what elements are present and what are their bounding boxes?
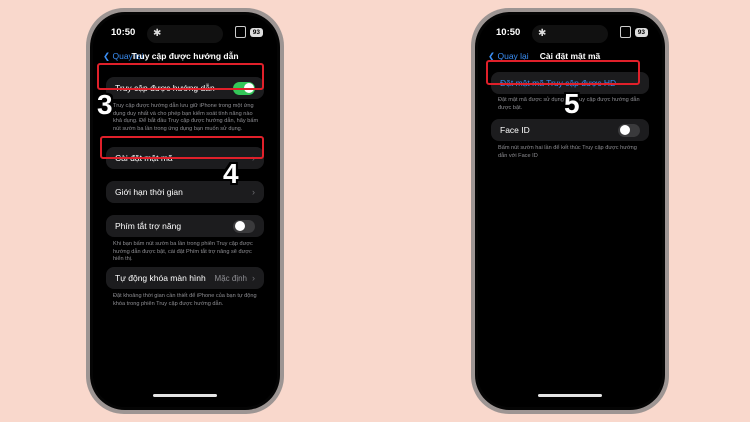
face-id-toggle[interactable] bbox=[618, 123, 640, 137]
time-limits-row[interactable]: Giới hạn thời gian › bbox=[106, 181, 264, 203]
accessibility-shortcut-row[interactable]: Phím tắt trợ năng bbox=[106, 215, 264, 237]
status-bar: 10:50 ✱ 93 bbox=[478, 25, 662, 43]
highlight-passcode-settings bbox=[100, 136, 264, 159]
status-time: 10:50 bbox=[496, 27, 521, 38]
person-activity-icon: ✱ bbox=[538, 28, 547, 39]
face-id-label: Face ID bbox=[500, 125, 530, 135]
back-label: Quay lại bbox=[112, 51, 144, 61]
accessibility-shortcut-label: Phím tắt trợ năng bbox=[115, 221, 182, 231]
home-indicator[interactable] bbox=[538, 393, 602, 397]
battery-icon: 93 bbox=[249, 27, 263, 37]
dynamic-island: ✱ bbox=[147, 25, 223, 43]
accessibility-shortcut-toggle[interactable] bbox=[233, 219, 255, 233]
status-bar: 10:50 ✱ 93 bbox=[93, 25, 277, 43]
status-time: 10:50 bbox=[111, 27, 136, 38]
auto-lock-label: Tự động khóa màn hình bbox=[115, 273, 206, 283]
auto-lock-value: Mặc định bbox=[214, 273, 247, 283]
face-id-description: Bấm nút sườn hai lần để kết thúc Truy cậ… bbox=[498, 145, 637, 159]
face-id-row[interactable]: Face ID bbox=[491, 119, 649, 141]
status-right: 93 bbox=[234, 26, 263, 38]
auto-lock-row[interactable]: Tự động khóa màn hình Mặc định › bbox=[106, 267, 264, 289]
dynamic-island: ✱ bbox=[532, 25, 608, 43]
auto-lock-description: Đặt khoảng thời gian cần thiết để iPhone… bbox=[113, 293, 257, 307]
sim-icon bbox=[234, 26, 246, 38]
battery-icon: 93 bbox=[634, 27, 648, 37]
highlight-set-passcode bbox=[486, 60, 640, 85]
chevron-right-icon: › bbox=[252, 273, 255, 283]
toggle-knob bbox=[234, 221, 245, 231]
sim-icon bbox=[619, 26, 631, 38]
accessibility-shortcut-description: Khi bạn bấm nút sườn ba lần trong phiên … bbox=[113, 241, 253, 263]
guided-access-description: Truy cập được hướng dẫn lưu giữ iPhone t… bbox=[113, 103, 259, 132]
home-indicator[interactable] bbox=[153, 393, 217, 397]
step-4-label: 4 bbox=[223, 158, 239, 189]
back-button[interactable]: ❮ Quay lại bbox=[103, 51, 144, 62]
toggle-knob bbox=[619, 125, 630, 135]
status-right: 93 bbox=[619, 26, 648, 38]
highlight-guided-access bbox=[97, 63, 264, 90]
step-5-label: 5 bbox=[564, 88, 580, 119]
step-3-label: 3 bbox=[97, 89, 113, 120]
person-activity-icon: ✱ bbox=[153, 28, 162, 39]
chevron-right-icon: › bbox=[252, 187, 255, 197]
